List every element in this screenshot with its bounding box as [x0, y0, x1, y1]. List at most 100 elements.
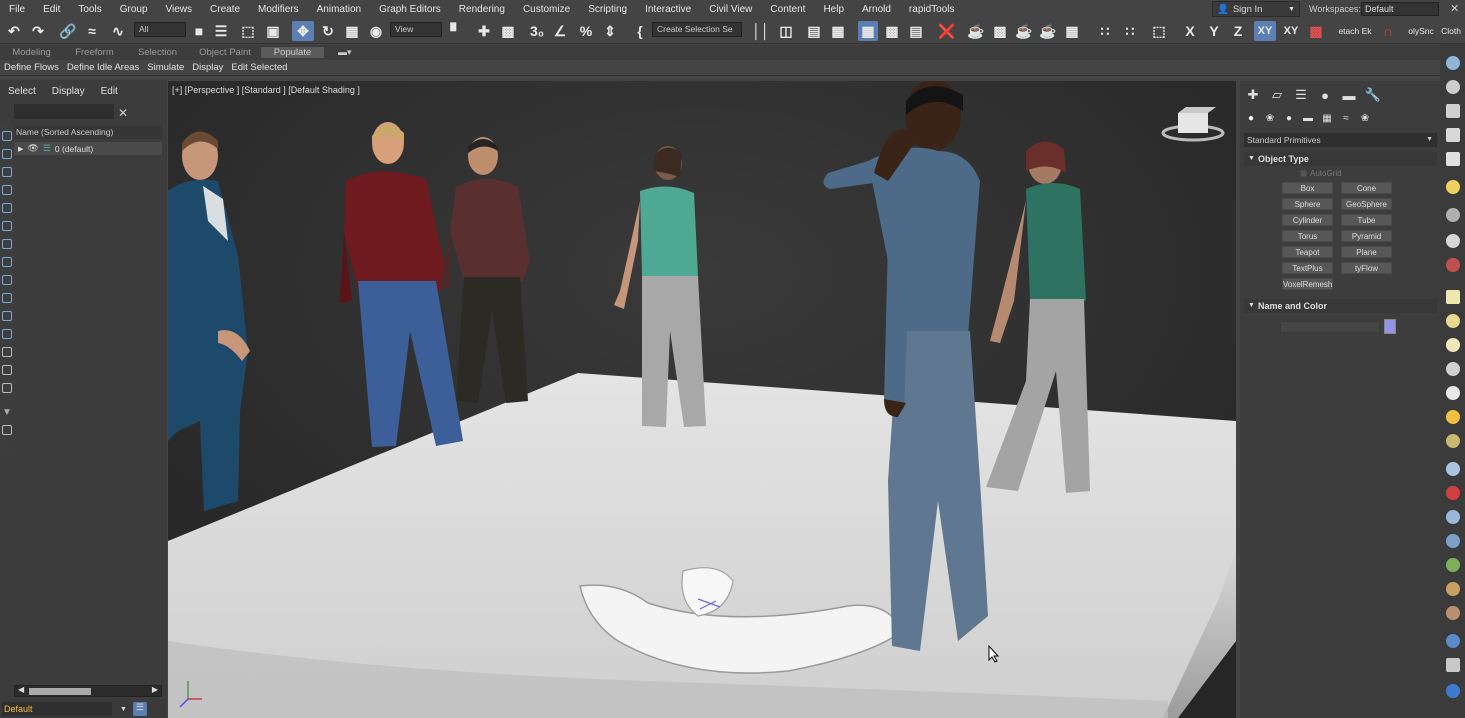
rect-selection-icon[interactable]: ⬚	[238, 21, 258, 41]
named-selection-dropdown[interactable]: Create Selection Se	[652, 22, 742, 37]
scene-column-header[interactable]: Name (Sorted Ascending)	[14, 126, 162, 139]
tube-button[interactable]: Tube	[1341, 214, 1392, 226]
ribbon-options-icon[interactable]: ▬▾	[338, 47, 352, 58]
display-hidden-icon[interactable]	[2, 365, 12, 375]
torus-button[interactable]: Torus	[1282, 230, 1333, 242]
menu-graph-editors[interactable]: Graph Editors	[370, 4, 450, 15]
edit-named-selection-icon[interactable]: {	[630, 21, 650, 41]
rendered-frame-icon[interactable]: ▩	[990, 21, 1010, 41]
display-geometry-icon[interactable]	[2, 167, 12, 177]
current-layer-field[interactable]: Default	[2, 702, 112, 716]
viewport-label[interactable]: [+] [Perspective ] [Standard ] [Default …	[172, 85, 360, 95]
menu-customize[interactable]: Customize	[514, 4, 579, 15]
schematic-view-icon[interactable]: ▤	[906, 21, 926, 41]
redo-icon[interactable]: ↷	[28, 21, 48, 41]
scene-menu-display[interactable]: Display	[44, 86, 93, 97]
simulate-button[interactable]: Simulate	[143, 62, 188, 73]
particles-icon[interactable]	[1446, 462, 1460, 476]
scene-horizontal-scrollbar[interactable]: ◀ ▶	[14, 685, 162, 697]
menu-content[interactable]: Content	[761, 4, 814, 15]
voxelremesh-button[interactable]: VoxelRemesh	[1282, 278, 1333, 290]
geometry-icon[interactable]: ●	[1244, 111, 1258, 125]
lights-icon[interactable]: ●	[1282, 111, 1296, 125]
select-manipulate-icon[interactable]: ✚	[474, 21, 494, 41]
render-iterative-icon[interactable]: ☕	[1038, 21, 1058, 41]
mirror-icon[interactable]: ││	[750, 21, 772, 41]
layer-dropdown-icon[interactable]: ▼	[120, 706, 127, 713]
scrollbar-thumb[interactable]	[29, 688, 91, 695]
autogrid-box[interactable]	[1300, 170, 1307, 177]
menu-help[interactable]: Help	[814, 4, 853, 15]
menu-scripting[interactable]: Scripting	[579, 4, 636, 15]
geosphere-icon[interactable]	[1446, 434, 1460, 448]
box-button[interactable]: Box	[1282, 182, 1333, 194]
link-icon[interactable]: 🔗	[58, 21, 78, 41]
toggle-scene-explorer-icon[interactable]: ▤	[804, 21, 824, 41]
move-icon[interactable]	[1446, 208, 1460, 222]
grid-toggle-icon[interactable]: ∷	[1120, 21, 1140, 41]
display-shapes-icon[interactable]	[2, 185, 12, 195]
workspace-select[interactable]: Default	[1361, 2, 1439, 16]
unlink-icon[interactable]: ≈	[82, 21, 102, 41]
textplus-button[interactable]: TextPlus	[1282, 262, 1333, 274]
material-editor-icon[interactable]: ❌	[936, 21, 958, 41]
display-none-icon[interactable]	[2, 131, 12, 141]
axis-x-button[interactable]: X	[1180, 21, 1200, 41]
menu-rendering[interactable]: Rendering	[450, 4, 514, 15]
menu-tools[interactable]: Tools	[69, 4, 110, 15]
object-name-input[interactable]	[1280, 321, 1380, 333]
scene-row-layer[interactable]: ▶ 👁 ☰ 0 (default)	[14, 142, 162, 155]
motion-tab-icon[interactable]: ●	[1316, 87, 1334, 103]
tab-populate[interactable]: Populate	[261, 47, 324, 58]
detach-element-button[interactable]: etach Ek	[1334, 21, 1376, 41]
menu-modifiers[interactable]: Modifiers	[249, 4, 308, 15]
menu-arnold[interactable]: Arnold	[853, 4, 900, 15]
toggle-layer-explorer-icon[interactable]: ▦	[828, 21, 848, 41]
polysync-button[interactable]: olySnc	[1406, 21, 1436, 41]
close-icon[interactable]: ✕	[1450, 2, 1459, 15]
render-cloud-icon[interactable]: ▦	[1062, 21, 1082, 41]
tab-object-paint[interactable]: Object Paint	[189, 47, 261, 58]
primitive-category-select[interactable]: Standard Primitives ▼	[1244, 133, 1437, 147]
object-type-rollout[interactable]: ▼ Object Type	[1244, 152, 1437, 166]
autogrid-checkbox[interactable]: AutoGrid	[1300, 169, 1342, 178]
define-flows-button[interactable]: Define Flows	[0, 62, 63, 73]
axis-xy-button[interactable]: XY	[1254, 21, 1276, 41]
ref-coord-dropdown[interactable]: View	[390, 22, 442, 37]
blue-sphere-icon[interactable]	[1446, 684, 1460, 698]
globe-icon[interactable]	[1446, 534, 1460, 548]
menu-file[interactable]: File	[0, 4, 34, 15]
display-children-icon[interactable]	[2, 383, 12, 393]
list-icon[interactable]	[1446, 128, 1460, 142]
systems-icon[interactable]: ❀	[1358, 111, 1372, 125]
percent-snap-icon[interactable]: %	[576, 21, 596, 41]
display-groups-icon[interactable]	[2, 275, 12, 285]
create-tab-icon[interactable]: ✚	[1244, 87, 1262, 103]
grid-dots-icon[interactable]: ∷	[1094, 21, 1116, 41]
expand-triangle-icon[interactable]: ▶	[18, 145, 23, 153]
display-tab-icon[interactable]: ▬	[1340, 87, 1358, 103]
select-place-icon[interactable]: ◉	[366, 21, 386, 41]
panel-icon[interactable]	[1446, 152, 1460, 166]
bind-space-warp-icon[interactable]: ∿	[108, 21, 128, 41]
axis-z-button[interactable]: Z	[1228, 21, 1248, 41]
teapot-button[interactable]: Teapot	[1282, 246, 1333, 258]
cameras-icon[interactable]: ▬	[1301, 111, 1315, 125]
object-color-swatch[interactable]	[1384, 319, 1396, 334]
display-xrefs-icon[interactable]	[2, 293, 12, 303]
name-color-rollout[interactable]: ▼ Name and Color	[1244, 299, 1437, 313]
window-crossing-icon[interactable]: ▣	[262, 21, 284, 41]
plane-button[interactable]: Plane	[1341, 246, 1392, 258]
align-icon[interactable]: ◫	[776, 21, 796, 41]
fur-icon[interactable]	[1446, 606, 1460, 620]
undo-icon[interactable]: ↶	[4, 21, 24, 41]
axis-y-button[interactable]: Y	[1204, 21, 1224, 41]
render-production-icon[interactable]: ☕	[1014, 21, 1034, 41]
menu-views[interactable]: Views	[157, 4, 202, 15]
hair-icon[interactable]	[1446, 582, 1460, 596]
display-button[interactable]: Display	[188, 62, 227, 73]
layer-explorer-icon[interactable]: ☰	[132, 702, 147, 716]
axis-xy-cycle-button[interactable]: XY	[1280, 21, 1302, 41]
modify-tab-icon[interactable]: ▱	[1268, 87, 1286, 103]
tab-selection[interactable]: Selection	[126, 47, 189, 58]
